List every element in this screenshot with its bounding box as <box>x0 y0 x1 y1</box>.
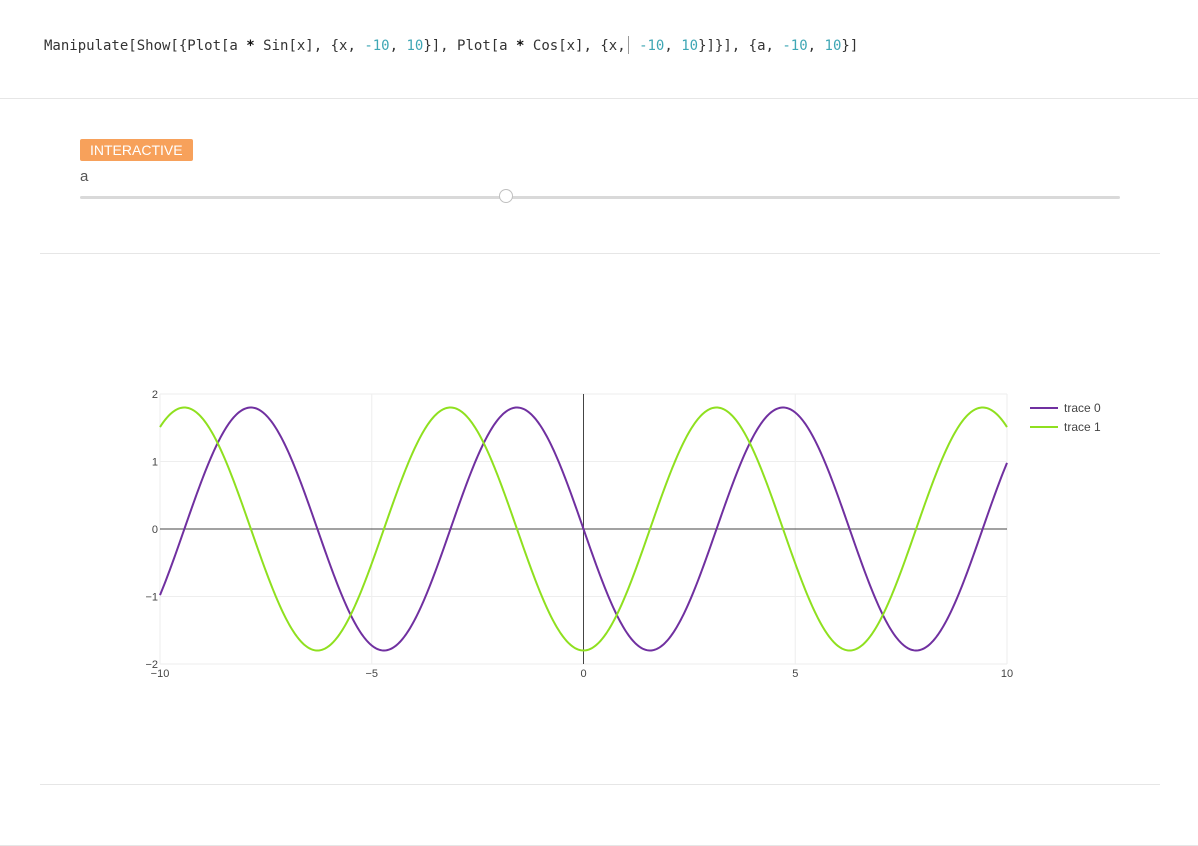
y-tick-label: 1 <box>152 457 158 469</box>
code-token: , <box>664 38 682 54</box>
code-editor-line[interactable]: Manipulate[Show[{Plot[a * Sin[x], {x, -1… <box>44 36 858 54</box>
code-token: -10 <box>364 38 390 54</box>
y-tick-label: 2 <box>152 389 158 401</box>
y-tick-label: −1 <box>145 592 158 604</box>
y-tick-label: −2 <box>145 659 158 671</box>
legend-label-0: trace 0 <box>1064 401 1101 415</box>
code-token: }] <box>841 38 859 54</box>
plot-chart: −10 −5 0 5 10−2−1012 trace 0trace 1 <box>145 389 1101 680</box>
code-token: -10 <box>630 38 665 54</box>
code-token: Cos[x], {x, <box>524 38 626 54</box>
slider-thumb[interactable] <box>499 189 514 203</box>
y-tick-label: 0 <box>152 524 158 536</box>
code-token: * <box>246 38 255 54</box>
divider <box>40 784 1160 785</box>
legend: trace 0 trace 1 <box>1030 401 1101 434</box>
code-token: Sin[x], {x, <box>254 38 365 54</box>
divider <box>40 253 1160 254</box>
slider-param-label: a <box>80 168 89 185</box>
legend-label-1: trace 1 <box>1064 420 1101 434</box>
code-token: Manipulate[Show[{Plot[a <box>44 38 247 54</box>
input-cell[interactable]: Manipulate[Show[{Plot[a * Sin[x], {x, -1… <box>0 0 1198 99</box>
x-tick-label: −5 <box>365 668 378 680</box>
code-token: 10 <box>681 38 699 54</box>
code-token: 10 <box>824 38 842 54</box>
text-cursor <box>627 36 629 54</box>
code-token: -10 <box>782 38 808 54</box>
interactive-badge: INTERACTIVE <box>80 139 193 161</box>
slider-track[interactable] <box>80 196 1120 199</box>
code-token: }]}], {a, <box>698 38 783 54</box>
code-token: , <box>389 38 407 54</box>
tick-labels: −10 −5 0 5 10−2−1012 <box>145 389 1013 680</box>
x-tick-label: 5 <box>792 668 798 680</box>
code-token: 10 <box>406 38 424 54</box>
code-token: }], Plot[a <box>423 38 517 54</box>
x-tick-label: 0 <box>580 668 586 680</box>
code-token: , <box>807 38 825 54</box>
x-tick-label: 10 <box>1001 668 1013 680</box>
